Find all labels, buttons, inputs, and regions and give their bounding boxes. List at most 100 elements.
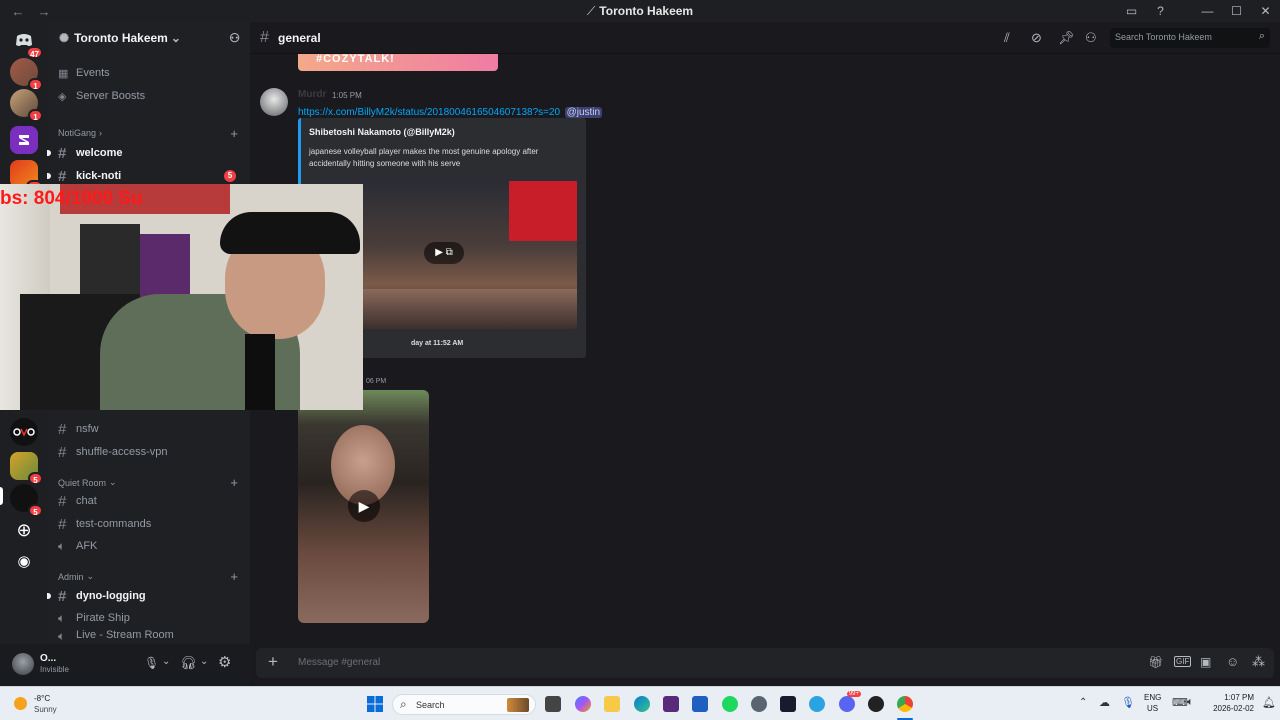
help-icon[interactable]: ? <box>1146 4 1175 18</box>
app-icon-monitor[interactable] <box>692 696 708 712</box>
window-title: ⟋ Toronto Hakeem <box>586 3 694 18</box>
taskbar-search[interactable]: ⌕ Search <box>392 694 536 715</box>
previous-image-attachment[interactable]: #COZYTALK! <box>298 54 498 71</box>
channel-dyno-logging[interactable]: # dyno-logging <box>52 585 244 607</box>
category-notigang[interactable]: NotiGang › + <box>58 126 244 141</box>
chevron-down-icon[interactable]: ⌄ <box>200 656 208 667</box>
avatar[interactable] <box>12 653 34 675</box>
direct-messages-icon[interactable]: 47 <box>10 26 43 59</box>
sticker-icon[interactable]: ▣ <box>1200 655 1211 669</box>
discord-icon[interactable]: 99+ <box>839 691 861 712</box>
search-box[interactable]: Search Toronto Hakeem ⌕ <box>1110 28 1270 48</box>
add-attachment-icon[interactable]: + <box>268 652 278 672</box>
server-avatar-6[interactable]: 5 <box>10 484 43 517</box>
threads-icon[interactable]: ⫽ <box>1004 30 1010 46</box>
app-icon-next[interactable] <box>663 696 679 712</box>
copilot-icon[interactable] <box>575 696 591 712</box>
gift-icon[interactable]: 🎁︎ <box>1148 655 1163 669</box>
category-quiet-room[interactable]: Quiet Room ⌄ + <box>58 475 244 490</box>
edge-icon[interactable] <box>634 696 650 712</box>
app-icon-dark[interactable] <box>868 696 884 712</box>
server-settings-icon: ✺ <box>59 31 70 45</box>
search-input[interactable]: Search <box>416 700 445 710</box>
channel-chat[interactable]: # chat <box>52 490 244 512</box>
add-server-icon[interactable]: ⊕ <box>10 516 38 544</box>
search-input[interactable]: Search Toronto Hakeem <box>1115 32 1212 42</box>
channel-live-stream-room[interactable]: 🔈︎ Live - Stream Room <box>52 629 244 644</box>
guild-header[interactable]: ✺ Toronto Hakeem ⌄ ⚇ <box>48 22 250 54</box>
message-composer: + Message #general 🎁︎ GIF ▣ ☺ ⁂ <box>250 644 1280 686</box>
file-explorer-icon[interactable] <box>604 696 620 712</box>
input-region[interactable]: US <box>1147 704 1158 713</box>
network-icon[interactable]: ⌨︎ <box>1172 696 1188 709</box>
user-mention[interactable]: @justin <box>564 107 603 118</box>
chrome-icon[interactable] <box>897 696 913 712</box>
play-icon[interactable]: ▶ ⧉ <box>424 242 464 264</box>
channel-test-commands[interactable]: # test-commands <box>52 513 244 535</box>
inbox-icon[interactable]: ▭ <box>1117 4 1146 18</box>
server-avatar-3[interactable] <box>10 126 38 154</box>
weather-temp[interactable]: -8°C <box>34 694 50 703</box>
category-admin[interactable]: Admin ⌄ + <box>58 569 244 584</box>
sidebar-item-boosts[interactable]: ◈ Server Boosts <box>52 85 244 107</box>
add-channel-icon[interactable]: + <box>230 475 238 490</box>
message-author[interactable]: Murdr <box>298 89 326 100</box>
weather-condition[interactable]: Sunny <box>34 705 57 714</box>
settings-icon[interactable] <box>751 696 767 712</box>
gear-icon[interactable]: ⚙︎ <box>218 653 231 671</box>
invite-icon[interactable]: ⚇ <box>229 31 240 45</box>
message-list: #COZYTALK! Murdr 1:05 PM https://x.com/B… <box>250 54 1280 644</box>
start-icon[interactable] <box>367 696 383 712</box>
jersey-dark <box>80 224 140 304</box>
add-channel-icon[interactable]: + <box>230 126 238 141</box>
author-avatar[interactable] <box>260 88 288 116</box>
discover-icon[interactable]: ◉ <box>10 548 38 576</box>
video-attachment[interactable]: ▶ <box>298 390 429 623</box>
headphones-icon[interactable]: 🎧︎ <box>180 655 197 671</box>
hash-icon: # <box>58 420 67 438</box>
telegram-icon[interactable] <box>809 696 825 712</box>
weather-sun-icon[interactable] <box>14 697 27 710</box>
minimize-button[interactable]: — <box>1193 4 1222 18</box>
channel-welcome[interactable]: # welcome <box>52 142 244 164</box>
channel-shuffle-access-vpn[interactable]: # shuffle-access-vpn <box>52 441 244 463</box>
clock-time[interactable]: 1:07 PM <box>1210 693 1254 702</box>
channel-pirate-ship[interactable]: 🔈︎ Pirate Ship <box>52 607 244 629</box>
close-button[interactable]: ✕ <box>1251 4 1280 18</box>
clock-date[interactable]: 2026-02-02 <box>1204 704 1254 713</box>
black-cap <box>220 212 360 254</box>
server-avatar-1[interactable]: 1 <box>10 58 43 91</box>
maximize-button[interactable]: ☐ <box>1222 4 1251 18</box>
server-avatar-ovo[interactable] <box>10 418 38 446</box>
server-avatar-2[interactable]: 1 <box>10 89 43 122</box>
apps-icon[interactable]: ⁂ <box>1252 654 1265 670</box>
emoji-icon[interactable]: ☺ <box>1226 654 1239 669</box>
server-avatar-5[interactable]: 5 <box>10 452 43 485</box>
member-list-icon[interactable]: ⚇ <box>1085 30 1097 46</box>
sidebar-item-events[interactable]: ▦ Events <box>52 62 244 84</box>
channel-afk[interactable]: 🔈︎ AFK <box>52 535 244 557</box>
chevron-up-icon[interactable]: ⌃ <box>1079 697 1087 708</box>
speaker-icon: 🔈︎ <box>58 538 66 553</box>
microphone-icon[interactable]: 🎙︎ <box>144 656 159 670</box>
app-icon-code[interactable] <box>780 696 796 712</box>
gif-icon[interactable]: GIF <box>1174 656 1192 667</box>
mute-bell-icon[interactable]: ⊘ <box>1031 30 1042 46</box>
unread-indicator <box>47 173 51 179</box>
volume-icon[interactable]: 🔈︎ <box>1187 696 1194 709</box>
message-input[interactable]: Message #general <box>298 657 380 668</box>
embed-author[interactable]: Shibetoshi Nakamoto (@BillyM2k) <box>309 127 455 137</box>
microphone-icon[interactable]: 🎙︎ <box>1121 696 1135 709</box>
play-icon[interactable]: ▶ <box>348 490 380 522</box>
task-view-icon[interactable] <box>545 696 561 712</box>
add-channel-icon[interactable]: + <box>230 569 238 584</box>
spotify-icon[interactable] <box>722 696 738 712</box>
notification-bell-icon[interactable]: 🔔︎ <box>1262 696 1276 709</box>
message-link[interactable]: https://x.com/BillyM2k/status/2018004616… <box>298 107 560 118</box>
chevron-down-icon: ⌄ <box>109 477 117 487</box>
channel-nsfw[interactable]: # nsfw <box>52 418 244 440</box>
cloud-off-icon[interactable]: ☁︎ <box>1099 696 1110 709</box>
input-language[interactable]: ENG <box>1144 693 1161 702</box>
chevron-down-icon[interactable]: ⌄ <box>162 656 170 667</box>
pin-icon[interactable]: 📌︎ <box>1058 30 1075 46</box>
